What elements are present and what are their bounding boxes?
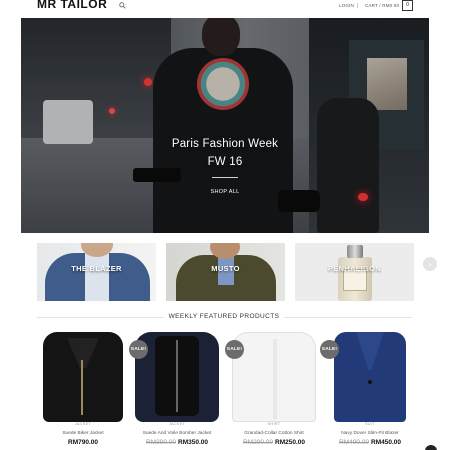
category-tile-blazer[interactable]: THE BLAZER (37, 243, 156, 301)
cart-count-badge[interactable]: 0 (402, 0, 413, 11)
scroll-to-top-button[interactable] (425, 445, 437, 450)
product-current-price: RM350.00 (178, 439, 208, 446)
hero-title: Paris Fashion Week (171, 138, 279, 150)
sale-badge: SALE! (320, 340, 339, 359)
product-image[interactable] (324, 330, 416, 422)
site-header: MR TAILOR LOGIN CART / RM0.00 0 (0, 0, 450, 14)
site-logo[interactable]: MR TAILOR (37, 0, 107, 11)
carousel-next-icon[interactable]: › (423, 257, 437, 271)
category-tile-musto[interactable]: MUSTO (166, 243, 285, 301)
featured-section-title: WEEKLY FEATURED PRODUCTS (168, 313, 280, 320)
section-divider (284, 317, 412, 318)
product-old-price: RM290.00 (243, 439, 273, 446)
product-current-price: RM450.00 (371, 439, 401, 446)
product-old-price: RM390.00 (146, 439, 176, 446)
product-current-price: RM250.00 (275, 439, 305, 446)
sale-badge: SALE! (225, 340, 244, 359)
product-category[interactable]: JACKET (37, 422, 129, 426)
product-card[interactable]: JACKET Suede Biker Jacket RM790.00 (37, 330, 129, 450)
category-label: MUSTO (211, 264, 240, 273)
product-name[interactable]: Navy Dover Slim-Fit Blazer (318, 431, 422, 436)
category-image-detail (347, 245, 363, 258)
cart-link[interactable]: CART / RM0.00 (365, 3, 399, 8)
section-divider (37, 317, 164, 318)
product-category[interactable]: SHIRT (228, 422, 320, 426)
category-image-detail (85, 253, 109, 301)
product-name[interactable]: Suede And Voile Bomber Jacket (125, 431, 229, 436)
nav-divider (357, 3, 358, 8)
search-icon[interactable] (119, 2, 126, 9)
product-category[interactable]: SUIT (324, 422, 416, 426)
product-price: RM790.00 (31, 439, 135, 446)
category-label: PENHALIGON (327, 264, 381, 273)
sale-badge: SALE! (129, 340, 148, 359)
product-price: RM290.00 RM250.00 (222, 439, 326, 446)
hero-subtitle: FW 16 (207, 156, 243, 168)
product-category[interactable]: JACKET (131, 422, 223, 426)
product-name[interactable]: Grandad-Collar Cotton Shirt (222, 431, 326, 436)
hero-divider (212, 177, 238, 178)
shop-all-button[interactable]: SHOP ALL (207, 186, 243, 198)
product-price: RM490.00 RM450.00 (318, 439, 422, 446)
hero-overlay (21, 18, 429, 233)
category-tile-penhaligon[interactable]: PENHALIGON (295, 243, 414, 301)
hero-banner[interactable]: Paris Fashion Week FW 16 SHOP ALL (21, 18, 429, 233)
product-image[interactable] (37, 330, 129, 422)
product-price: RM390.00 RM350.00 (125, 439, 229, 446)
product-current-price: RM790.00 (68, 439, 98, 446)
category-label: THE BLAZER (71, 264, 122, 273)
login-link[interactable]: LOGIN (339, 3, 354, 8)
product-name[interactable]: Suede Biker Jacket (31, 431, 135, 436)
product-old-price: RM490.00 (339, 439, 369, 446)
